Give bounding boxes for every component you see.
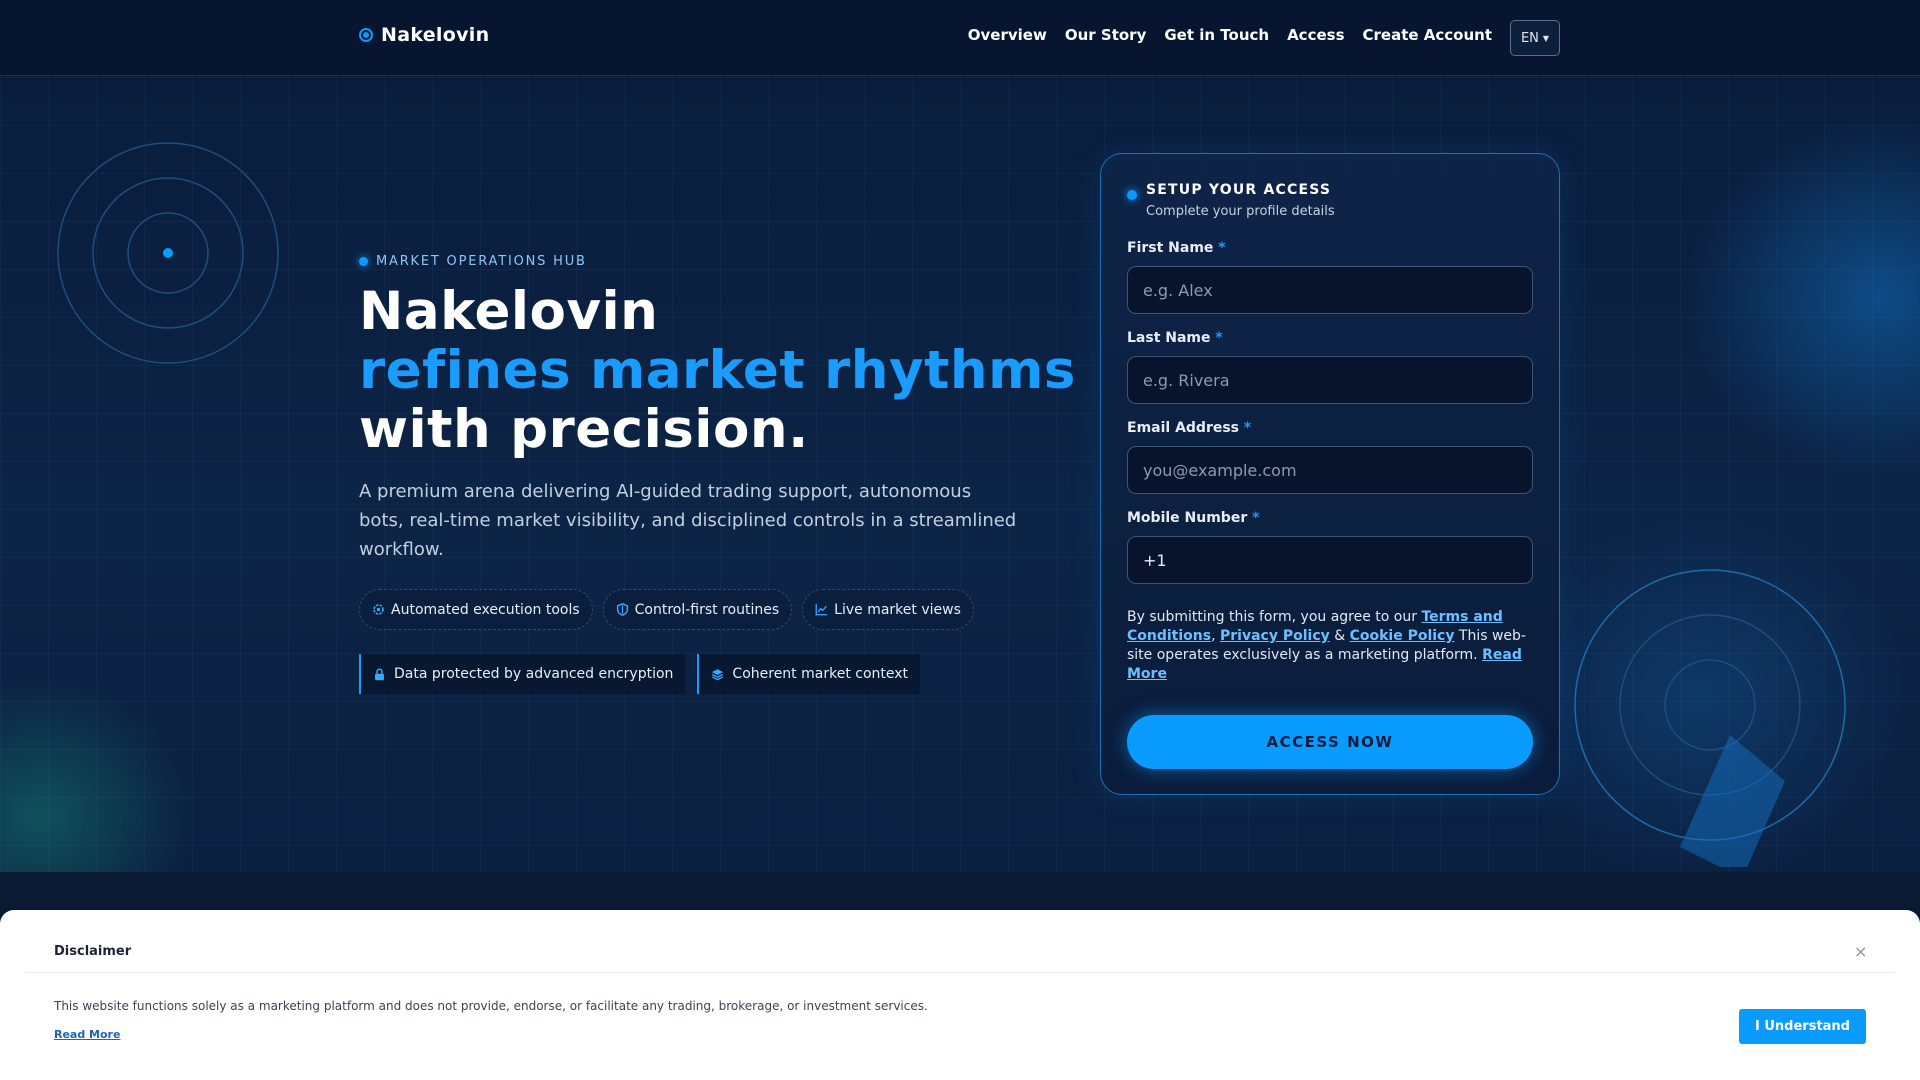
brand-icon [359,28,373,42]
email-input[interactable]: you@example.com [1127,446,1533,494]
headline-line-3: with precision. [359,399,809,460]
feature-pill-automated: Automated execution tools [359,589,593,630]
first-name-group: First Name * e.g. Alex [1127,240,1533,314]
first-name-label: First Name * [1127,240,1226,256]
eyebrow-text: MARKET OPERATIONS HUB [376,254,587,269]
first-name-input[interactable]: e.g. Alex [1127,266,1533,314]
shield-icon [616,603,628,616]
feature-pill-control: Control-first routines [602,589,793,630]
layers-icon [712,668,724,680]
phone-label: Mobile Number * [1127,510,1260,526]
email-group: Email Address * you@example.com [1127,420,1533,494]
hero-headline: Nakelovin refines market rhythms with pr… [359,282,1079,459]
phone-input[interactable]: +1 [1127,536,1533,584]
radar-sweep-decoration [1574,569,1846,867]
radar-rings-decoration [57,142,279,364]
disclaimer-read-more-link[interactable]: Read More [54,1028,120,1041]
status-dot-icon [359,257,368,266]
privacy-link[interactable]: Privacy Policy [1220,628,1330,644]
nav-overview[interactable]: Overview [968,26,1047,44]
signup-form-card: SETUP YOUR ACCESS Complete your profile … [1100,153,1560,795]
form-header: SETUP YOUR ACCESS Complete your profile … [1127,182,1335,219]
language-selector[interactable]: EN ▼ [1510,20,1560,56]
consent-text: By submitting this form, you agree to ou… [1127,609,1526,682]
trust-badge-encryption: Data protected by advanced encryption [359,654,686,694]
disclaimer-banner: Disclaimer × This website functions sole… [0,910,1920,1080]
close-icon[interactable]: × [1854,942,1867,961]
phone-group: Mobile Number * +1 [1127,510,1533,584]
feature-pill-live: Live market views [802,589,974,630]
nav-get-in-touch[interactable]: Get in Touch [1164,26,1269,44]
disclaimer-text: This website functions solely as a marke… [54,999,928,1013]
nav-our-story[interactable]: Our Story [1065,26,1147,44]
status-dot-icon [1127,190,1137,200]
hero-section: MARKET OPERATIONS HUB Nakelovin refines … [0,77,1920,872]
trust-badge-label: Data protected by advanced encryption [394,666,674,682]
hero-description: A premium arena delivering AI-guided tra… [359,481,1017,560]
last-name-label: Last Name * [1127,330,1223,346]
last-name-input[interactable]: e.g. Rivera [1127,356,1533,404]
brand-logo[interactable]: Nakelovin [359,24,489,46]
headline-line-1: Nakelovin [359,281,659,342]
disclaimer-divider [24,972,1896,973]
lock-icon [375,668,384,680]
nav-access[interactable]: Access [1287,26,1344,44]
i-understand-button[interactable]: I Understand [1739,1009,1866,1044]
feature-pill-label: Control-first routines [634,601,780,618]
hero-eyebrow: MARKET OPERATIONS HUB [359,254,587,269]
brand-name: Nakelovin [381,24,490,46]
chevron-down-icon: ▼ [1542,33,1550,43]
trust-badges: Data protected by advanced encryption Co… [359,654,921,694]
cog-icon [373,604,384,615]
email-label: Email Address * [1127,420,1252,436]
form-subtitle: Complete your profile details [1146,204,1335,219]
language-value: EN [1520,30,1539,46]
access-now-button[interactable]: ACCESS NOW [1127,715,1533,769]
chart-line-icon [815,603,828,616]
feature-pills: Automated execution tools Control-first … [359,589,974,630]
feature-pill-label: Automated execution tools [391,601,580,618]
feature-pill-label: Live market views [834,601,961,618]
headline-line-2: refines market rhythms [359,340,1076,401]
cookie-link[interactable]: Cookie Policy [1350,628,1455,644]
top-navigation-bar: Nakelovin Overview Our Story Get in Touc… [0,0,1920,76]
nav-create-account[interactable]: Create Account [1363,26,1493,44]
disclaimer-title: Disclaimer [54,944,132,959]
last-name-group: Last Name * e.g. Rivera [1127,330,1533,404]
form-title: SETUP YOUR ACCESS [1146,182,1332,198]
trust-badge-context: Coherent market context [697,654,921,694]
trust-badge-label: Coherent market context [732,666,909,682]
main-nav: Overview Our Story Get in Touch Access C… [968,26,1492,44]
